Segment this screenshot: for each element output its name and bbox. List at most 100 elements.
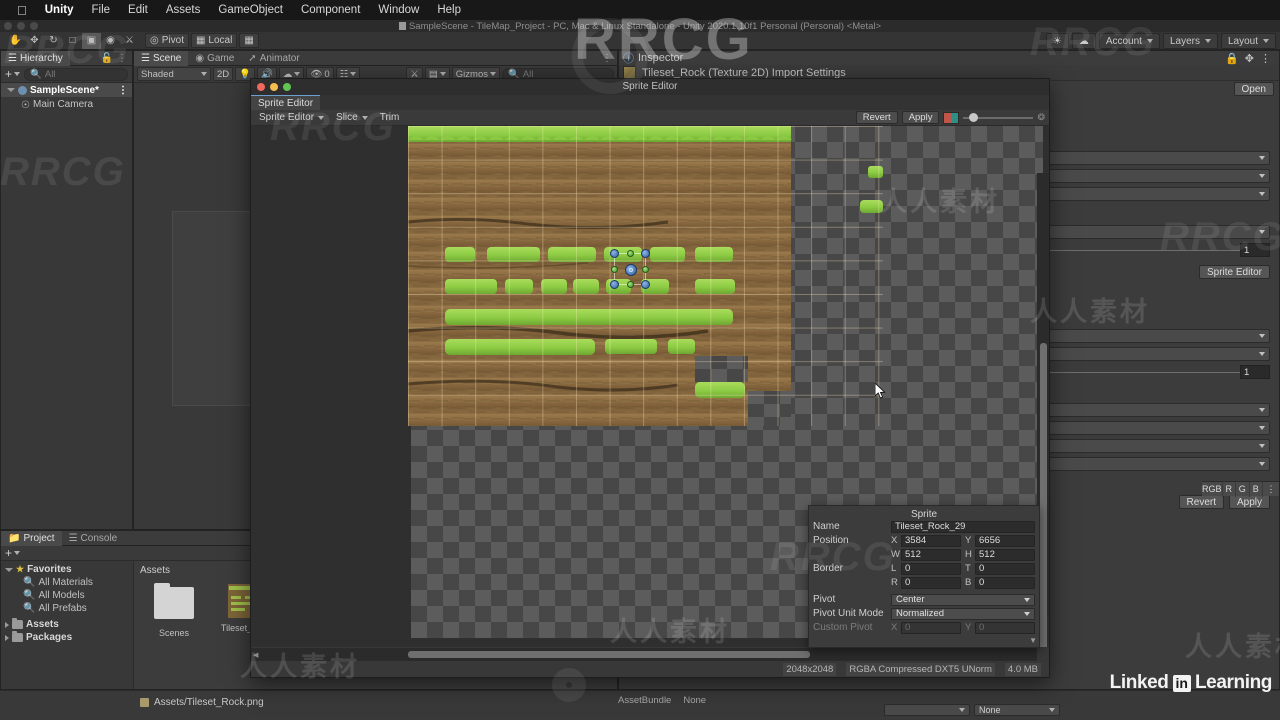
scrollbar-thumb[interactable] [1040,343,1047,647]
handle-top-center[interactable] [627,250,634,257]
channel-b-toggle[interactable]: B [1250,481,1264,497]
assetbundle-variant-dropdown[interactable]: None [974,704,1060,716]
sprite-editor-revert-button[interactable]: Revert [855,111,898,124]
account-dropdown[interactable]: Account [1098,33,1160,49]
transform-tool-icon[interactable]: ◉ [101,33,120,49]
tab-scene[interactable]: ☰ Scene [134,51,189,66]
pivot-handle[interactable] [625,264,637,276]
hand-tool-icon[interactable]: ✋ [6,33,25,49]
open-button[interactable]: Open [1233,82,1274,96]
channel-rgb-toggle[interactable]: RGB [1202,481,1223,497]
handle-space-button[interactable]: ▦ Local [190,33,238,48]
zoom-slider[interactable] [963,112,1034,124]
tree-row-all-prefabs[interactable]: 🔍 All Prefabs [1,602,133,615]
sprite-name-input[interactable]: Tileset_Rock_29 [891,520,1035,533]
menu-item-help[interactable]: Help [428,0,470,20]
hierarchy-search-input[interactable]: 🔍 All [24,67,128,81]
tab-hierarchy[interactable]: ☰ Hierarchy [1,51,70,66]
menu-item-edit[interactable]: Edit [119,0,157,20]
sprite-editor-mode-dropdown[interactable]: Sprite Editor [254,111,329,125]
add-gameobject-button[interactable]: + [5,67,21,81]
scroll-down-icon[interactable]: ▼ [1029,636,1037,645]
channel-g-toggle[interactable]: G [1236,481,1250,497]
menu-item-component[interactable]: Component [292,0,369,20]
tab-console[interactable]: ☰ Console [62,531,125,546]
size-w-input[interactable]: 512 [901,548,961,561]
zoom-reset-icon[interactable]: ❂ [1037,112,1045,123]
handle-top-left[interactable] [610,249,619,258]
move-tool-icon[interactable]: ✥ [25,33,44,49]
tree-row-favorites[interactable]: ★ Favorites [1,563,133,576]
tab-sprite-editor[interactable]: Sprite Editor [251,95,321,110]
border-l-input[interactable]: 0 [901,562,961,575]
lock-icon[interactable]: 🔓 [101,53,113,64]
sprite-editor-apply-button[interactable]: Apply [901,111,940,124]
tab-game[interactable]: ◉ Game [188,51,241,66]
handle-bottom-left[interactable] [610,280,619,289]
collab-button[interactable]: ☀ [1045,33,1069,49]
trim-button[interactable]: Trim [375,111,405,125]
assetbundle-name-dropdown[interactable] [884,704,970,716]
kebab-menu-icon[interactable]: ⋮ [1260,52,1271,65]
layout-dropdown[interactable]: Layout [1220,33,1276,49]
apple-logo-icon[interactable]:  [8,4,36,17]
custom-tool-icon[interactable]: ⚔ [120,33,139,49]
kebab-menu-icon[interactable]: ⋮ [602,53,612,64]
menu-item-assets[interactable]: Assets [157,0,210,20]
tree-row-assets[interactable]: Assets [1,618,133,631]
sprite-editor-button[interactable]: Sprite Editor [1198,265,1270,279]
border-b-input[interactable]: 0 [975,576,1035,589]
handle-middle-right[interactable] [642,266,649,273]
create-asset-button[interactable]: + [5,546,21,560]
hierarchy-row-maincamera[interactable]: ☉ Main Camera [1,97,132,111]
settings-icon[interactable]: ✥ [1245,52,1254,65]
shading-mode-dropdown[interactable]: Shaded [137,67,211,81]
handle-middle-left[interactable] [611,266,618,273]
layers-dropdown[interactable]: Layers [1162,33,1218,49]
grid-snap-button[interactable]: ▦ [239,33,259,48]
rect-tool-icon[interactable]: ▣ [82,32,101,49]
toggle-2d-button[interactable]: 2D [213,67,234,81]
cloud-button[interactable]: ☁ [1071,33,1096,49]
pivot-unit-dropdown[interactable]: Normalized [891,607,1035,620]
handle-top-right[interactable] [641,249,650,258]
menu-item-unity[interactable]: Unity [36,0,83,20]
chevron-down-icon[interactable] [5,567,13,572]
position-y-input[interactable]: 6656 [975,534,1035,547]
tree-row-all-models[interactable]: 🔍 All Models [1,589,133,602]
sprite-editor-window-controls[interactable] [257,83,291,91]
kebab-menu-icon[interactable]: ⋮ [117,53,127,64]
scrollbar-thumb[interactable] [408,651,810,658]
chevron-right-icon[interactable] [5,634,9,641]
tree-row-packages[interactable]: Packages [1,631,133,644]
border-t-input[interactable]: 0 [975,562,1035,575]
sprite-editor-horizontal-scrollbar[interactable]: ◀ [251,648,1037,661]
pivot-mode-button[interactable]: ◎ Pivot [145,33,189,48]
handle-bottom-center[interactable] [627,281,634,288]
lock-icon[interactable]: 🔒 [1225,52,1239,65]
revert-button[interactable]: Revert [1178,495,1224,509]
menu-item-file[interactable]: File [83,0,120,20]
maximize-icon[interactable] [283,83,291,91]
kebab-menu-icon[interactable]: ⋮ [1263,482,1279,497]
rotate-tool-icon[interactable]: ↻ [44,33,63,49]
close-icon[interactable] [257,83,265,91]
size-h-input[interactable]: 512 [975,548,1035,561]
position-x-input[interactable]: 3584 [901,534,961,547]
tree-row-all-materials[interactable]: 🔍 All Materials [1,576,133,589]
border-r-input[interactable]: 0 [901,576,961,589]
minimize-icon[interactable] [270,83,278,91]
scale-tool-icon[interactable]: □ [63,33,82,49]
chevron-down-icon[interactable] [7,88,15,92]
alpha-channel-toggle-icon[interactable] [943,111,960,124]
apply-button[interactable]: Apply [1228,495,1270,509]
hierarchy-row-samplescene[interactable]: SampleScene* ⋮ [1,83,132,97]
tab-project[interactable]: 📁 Project [1,531,62,546]
handle-bottom-right[interactable] [641,280,650,289]
menu-item-window[interactable]: Window [369,0,428,20]
pivot-dropdown[interactable]: Center [891,593,1035,606]
chevron-right-icon[interactable] [5,621,9,628]
kebab-menu-icon[interactable]: ⋮ [118,85,132,96]
chevron-left-icon[interactable]: ◀ [253,651,258,659]
channel-r-toggle[interactable]: R [1223,481,1237,497]
